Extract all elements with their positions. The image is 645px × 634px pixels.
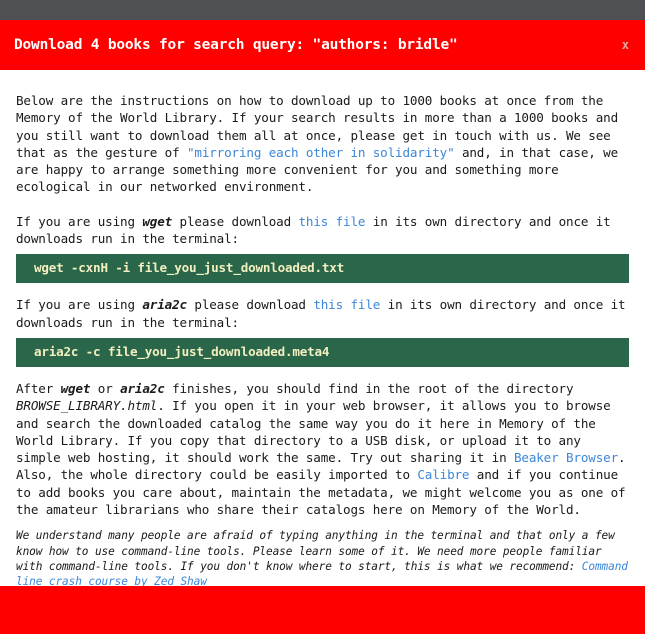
aria2c-tool-name: aria2c bbox=[142, 297, 187, 313]
aria2c-text-part1: If you are using bbox=[16, 297, 143, 313]
instructions-content: Below are the instructions on how to dow… bbox=[0, 70, 645, 590]
after-text-part2: or bbox=[90, 380, 121, 396]
wget-this-file-link[interactable]: this file bbox=[298, 214, 365, 229]
after-text-part1: After bbox=[16, 380, 61, 396]
wget-command-block[interactable]: wget -cxnH -i file_you_just_downloaded.t… bbox=[16, 254, 629, 284]
note-text-part1: We understand many people are afraid of … bbox=[16, 529, 615, 573]
aria2c-paragraph: If you are using aria2c please download … bbox=[16, 296, 629, 331]
after-paragraph: After wget or aria2c finishes, you shoul… bbox=[16, 380, 629, 518]
after-aria2c-tool-name: aria2c bbox=[120, 380, 165, 396]
banner-title: Download 4 books for search query: "auth… bbox=[14, 37, 458, 53]
wget-text-part2: please download bbox=[172, 213, 299, 229]
after-text-part3: finishes, you should find in the root of… bbox=[164, 380, 574, 396]
aria2c-text-part2: please download bbox=[186, 297, 314, 313]
wget-tool-name: wget bbox=[142, 213, 173, 229]
top-window-bar bbox=[0, 0, 645, 20]
calibre-link[interactable]: Calibre bbox=[417, 467, 469, 482]
terminal-note-paragraph: We understand many people are afraid of … bbox=[16, 528, 629, 589]
aria2c-this-file-link[interactable]: this file bbox=[313, 297, 380, 312]
download-notification-banner: Download 4 books for search query: "auth… bbox=[0, 20, 645, 70]
beaker-browser-link[interactable]: Beaker Browser bbox=[514, 450, 618, 465]
wget-paragraph: If you are using wget please download th… bbox=[16, 213, 629, 248]
mirroring-solidarity-link[interactable]: "mirroring each other in solidarity" bbox=[187, 145, 455, 160]
aria2c-command-block[interactable]: aria2c -c file_you_just_downloaded.meta4 bbox=[16, 337, 629, 367]
close-icon[interactable]: x bbox=[622, 38, 629, 52]
wget-text-part1: If you are using bbox=[16, 213, 143, 229]
after-wget-tool-name: wget bbox=[60, 380, 91, 396]
bottom-bar bbox=[0, 586, 645, 634]
browse-library-filename: BROWSE_LIBRARY.html bbox=[16, 398, 158, 414]
intro-paragraph: Below are the instructions on how to dow… bbox=[16, 92, 629, 196]
